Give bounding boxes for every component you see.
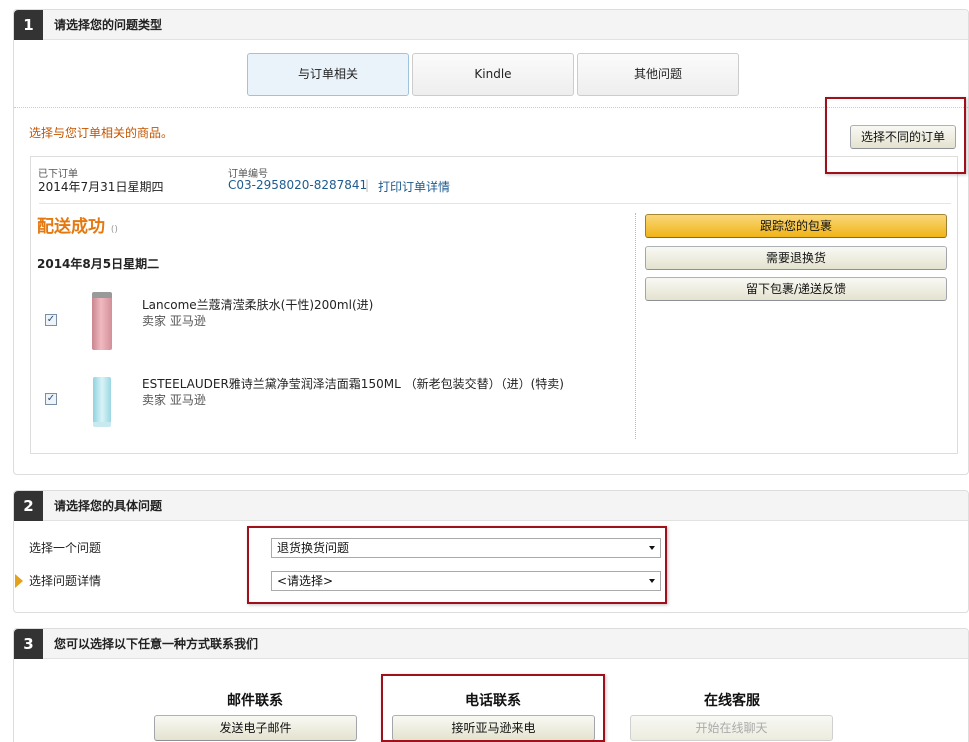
send-email-button[interactable]: 发送电子邮件	[154, 715, 357, 741]
issue-select[interactable]: 退货换货问题	[271, 538, 661, 558]
item-name[interactable]: Lancome兰蔻清滢柔肤水(干性)200ml(进)	[142, 296, 373, 313]
issue-detail-select-value: <请选择>	[277, 574, 334, 588]
contact-section: 3 您可以选择以下任意一种方式联系我们 邮件联系 发送电子邮件 电话联系 接听亚…	[13, 628, 969, 742]
item-name[interactable]: ESTEELAUDER雅诗兰黛净莹润泽洁面霜150ML （新老包装交替）（进）(…	[142, 375, 564, 392]
problem-type-section: 1 请选择您的问题类型 与订单相关 Kindle 其他问题 选择与您订单相关的商…	[13, 9, 969, 475]
issue-detail-label: 选择问题详情	[29, 574, 102, 588]
item-checkbox[interactable]: ✓	[45, 314, 57, 326]
live-chat-title: 在线客服	[704, 693, 760, 709]
section-title: 您可以选择以下任意一种方式联系我们	[54, 637, 259, 651]
delivery-status: 配送成功 ()	[37, 212, 118, 237]
pick-item-label: 选择与您订单相关的商品。	[29, 126, 174, 140]
print-order-details-link[interactable]: 打印订单详情	[378, 178, 450, 195]
issue-detail-select[interactable]: <请选择>	[271, 571, 661, 591]
delivery-date: 2014年8月5日星期二	[37, 257, 160, 271]
order-placed-date: 2014年7月31日星期四	[38, 180, 164, 194]
order-separator: |	[365, 178, 370, 192]
item-checkbox[interactable]: ✓	[45, 393, 57, 405]
issue-label: 选择一个问题	[29, 541, 102, 555]
section-header: 3 您可以选择以下任意一种方式联系我们	[14, 629, 968, 659]
dropdown-arrow-icon	[649, 579, 655, 583]
email-contact-title: 邮件联系	[227, 693, 283, 709]
delivery-status-text: 配送成功	[37, 217, 105, 237]
return-exchange-button[interactable]: 需要退换货	[645, 246, 947, 270]
delivery-feedback-button[interactable]: 留下包裹/递送反馈	[645, 277, 947, 301]
order-divider	[39, 203, 951, 204]
section-title: 请选择您的问题类型	[54, 18, 163, 32]
item-seller: 卖家 亚马逊	[142, 314, 206, 328]
tab-other-issues[interactable]: 其他问题	[577, 53, 739, 96]
track-package-button[interactable]: 跟踪您的包裹	[645, 214, 947, 238]
step-number: 2	[14, 491, 43, 521]
product-image-cleanser[interactable]	[93, 377, 111, 427]
dropdown-arrow-icon	[649, 546, 655, 550]
current-step-marker-icon	[15, 574, 23, 588]
specific-issue-section: 2 请选择您的具体问题 选择一个问题 退货换货问题 选择问题详情 <请选择>	[13, 490, 969, 613]
step-number: 1	[14, 10, 43, 40]
step-number: 3	[14, 629, 43, 659]
action-divider	[635, 213, 636, 439]
tab-kindle[interactable]: Kindle	[412, 53, 574, 96]
item-seller: 卖家 亚马逊	[142, 393, 206, 407]
order-number-link[interactable]: C03-2958020-8287841	[228, 178, 367, 192]
receive-call-button[interactable]: 接听亚马逊来电	[392, 715, 595, 741]
order-box: 已下订单 2014年7月31日星期四 订单编号 C03-2958020-8287…	[30, 156, 958, 454]
start-chat-button[interactable]: 开始在线聊天	[630, 715, 833, 741]
select-different-order-button[interactable]: 选择不同的订单	[850, 125, 956, 149]
section-header: 1 请选择您的问题类型	[14, 10, 968, 40]
divider	[14, 107, 968, 108]
delivery-status-suffix: ()	[110, 225, 118, 235]
issue-select-value: 退货换货问题	[277, 541, 350, 555]
section-header: 2 请选择您的具体问题	[14, 491, 968, 521]
section-title: 请选择您的具体问题	[54, 499, 163, 513]
product-image-toner[interactable]	[92, 292, 112, 350]
phone-contact-title: 电话联系	[465, 693, 521, 709]
tab-order-related[interactable]: 与订单相关	[247, 53, 409, 96]
